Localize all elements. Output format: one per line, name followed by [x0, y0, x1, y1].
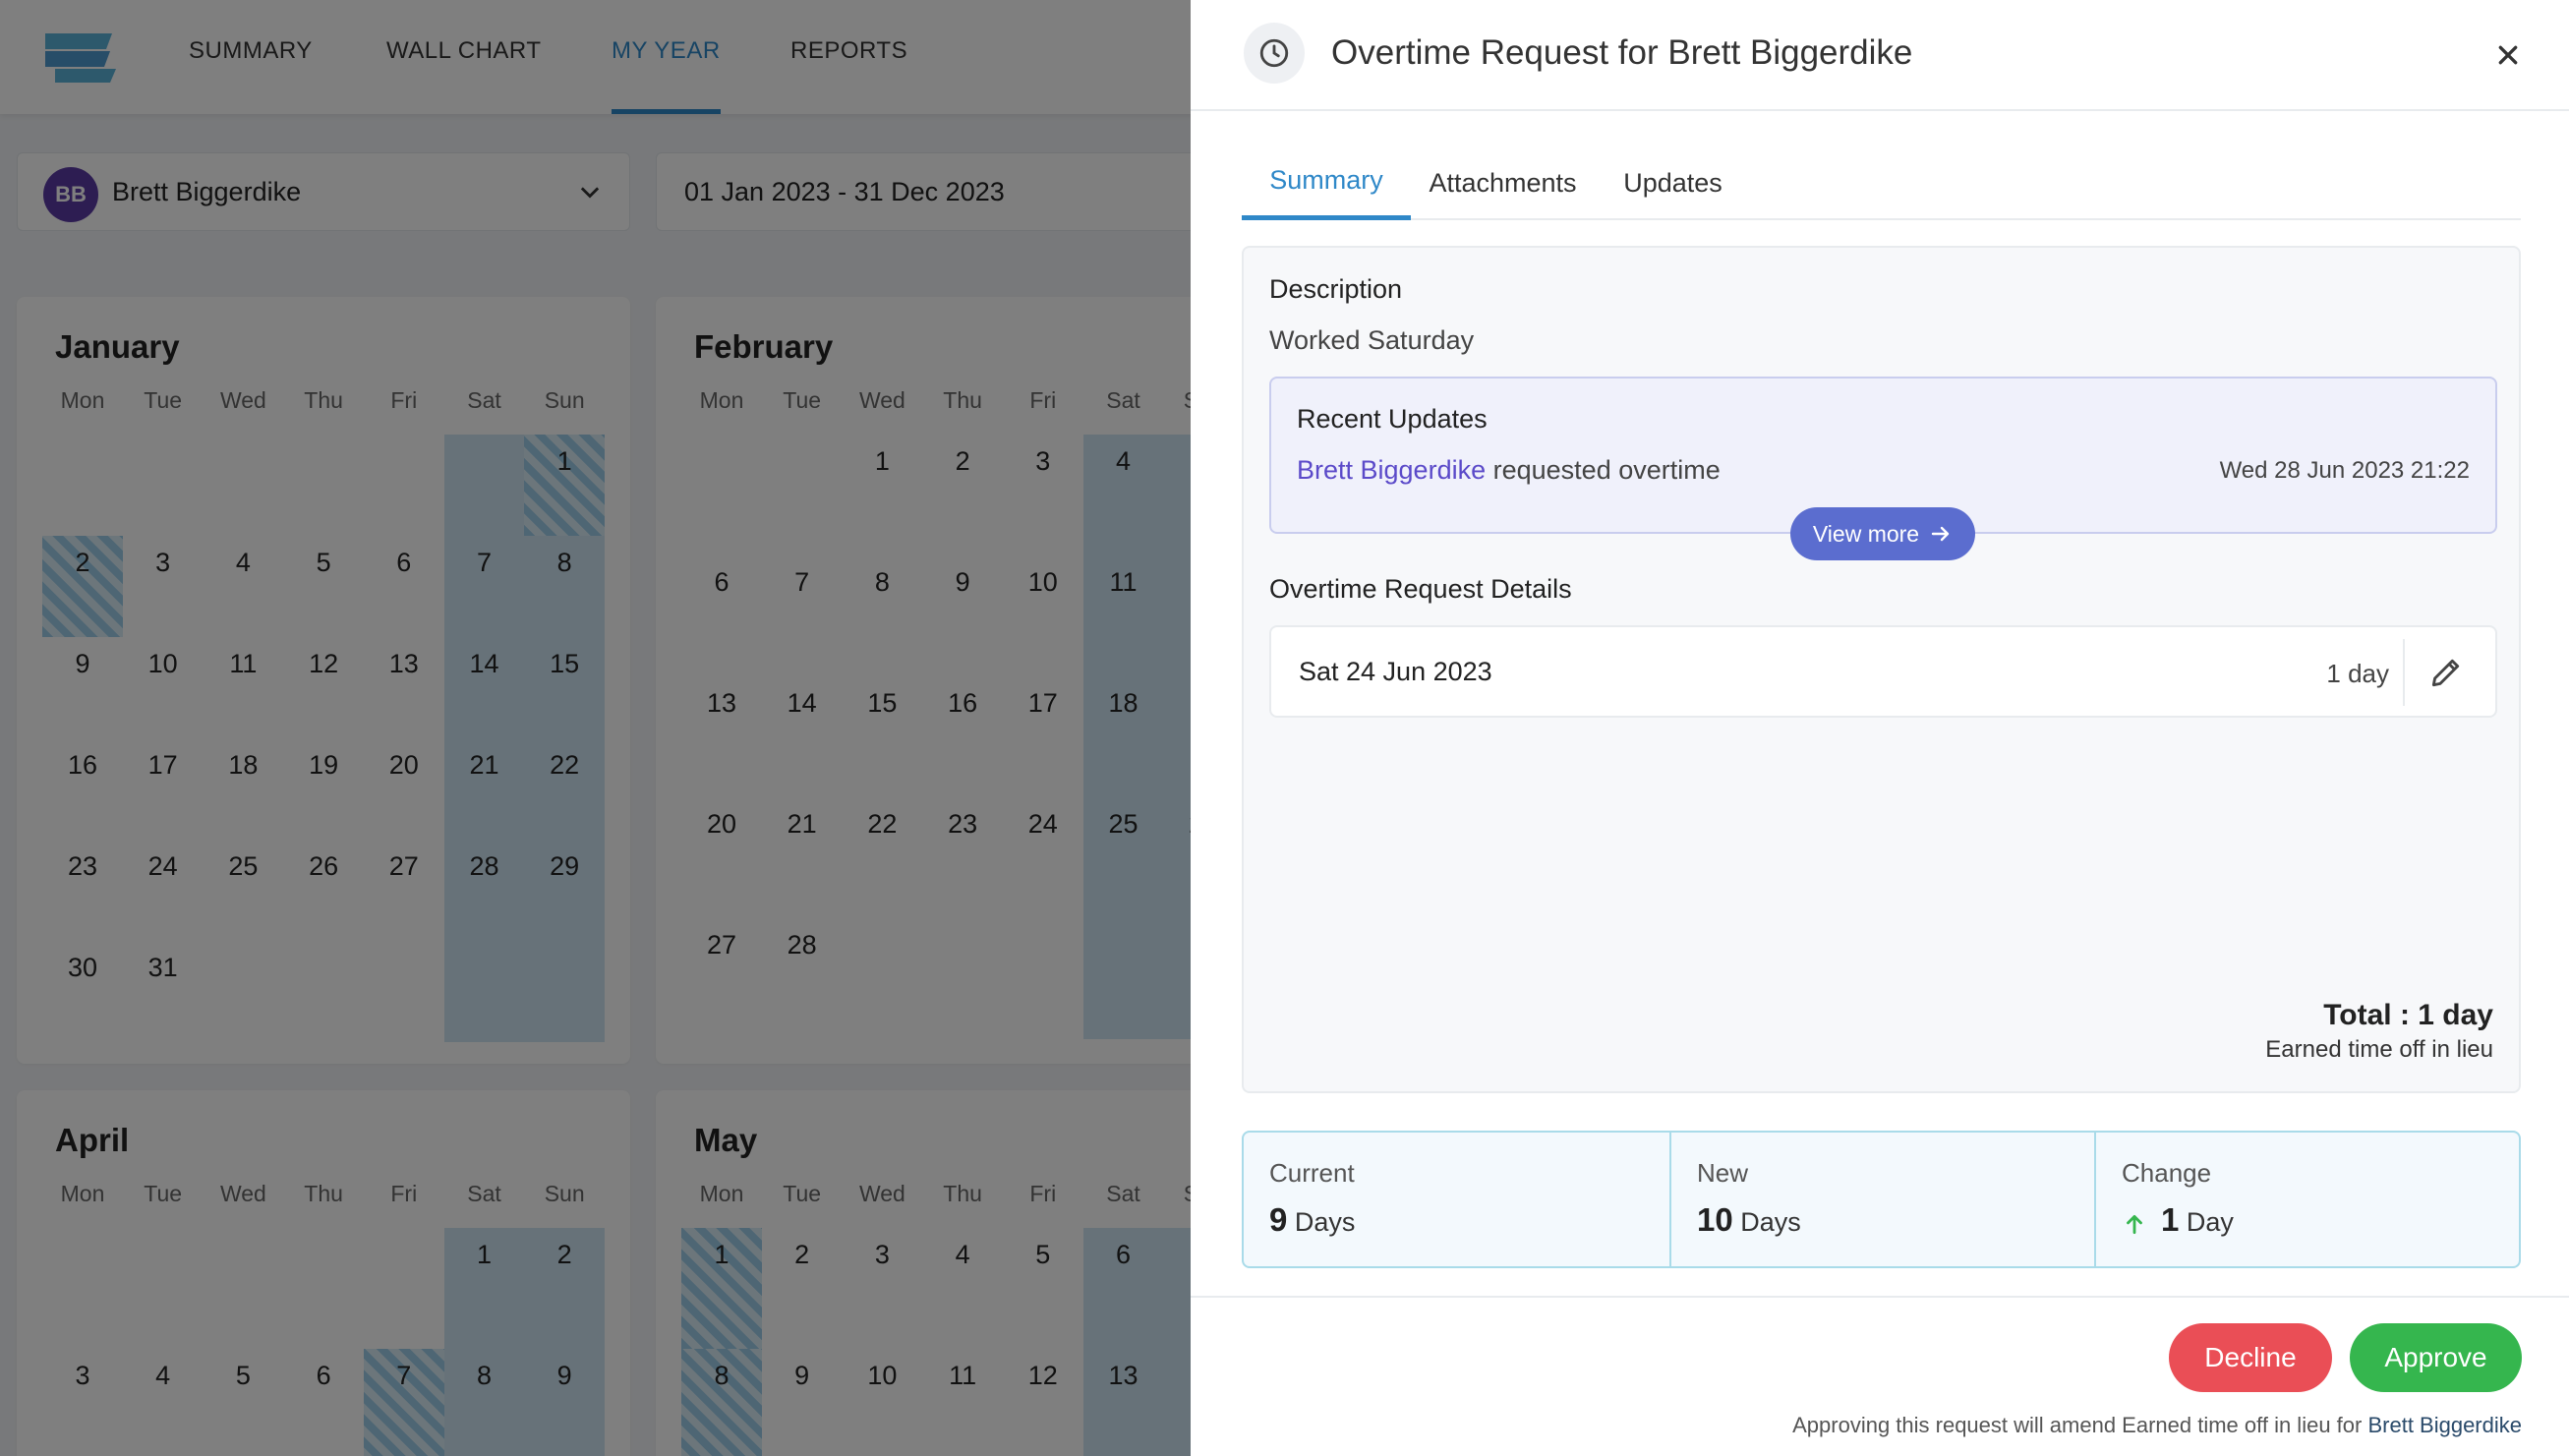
tab-attachments[interactable]: Attachments: [1411, 146, 1595, 220]
update-entry: Brett Biggerdike requested overtime: [1297, 455, 1721, 486]
stat-current: Current 9 Days: [1244, 1133, 1669, 1266]
stat-change-label: Change: [2122, 1158, 2212, 1188]
footer-divider: [1191, 1296, 2569, 1298]
total-value: Total : 1 day: [2323, 999, 2493, 1031]
arrow-right-icon: [1931, 526, 1950, 542]
description-label: Description: [1269, 274, 1403, 304]
approve-button[interactable]: Approve: [2350, 1323, 2522, 1392]
tab-summary[interactable]: Summary: [1242, 146, 1411, 220]
details-label: Overtime Request Details: [1269, 574, 1572, 604]
recent-updates-label: Recent Updates: [1297, 404, 1488, 434]
drawer-tabs: Summary Attachments Updates: [1242, 146, 2521, 220]
summary-panel: Description Worked Saturday Recent Updat…: [1242, 246, 2521, 1093]
update-user-link[interactable]: Brett Biggerdike: [1297, 455, 1486, 485]
detail-date: Sat 24 Jun 2023: [1299, 657, 1492, 686]
stat-new-label: New: [1697, 1158, 1749, 1188]
stat-new-value: 10 Days: [1697, 1201, 1801, 1238]
decline-button[interactable]: Decline: [2169, 1323, 2332, 1392]
stat-new: New 10 Days: [1669, 1133, 2094, 1266]
total-type: Earned time off in lieu: [2265, 1036, 2493, 1063]
drawer-header: Overtime Request for Brett Biggerdike: [1191, 0, 2569, 111]
stat-change: Change 1 Day: [2094, 1133, 2519, 1266]
view-more-button[interactable]: View more: [1790, 507, 1975, 560]
update-action: requested overtime: [1492, 455, 1721, 485]
overtime-request-drawer: Overtime Request for Brett Biggerdike Su…: [1191, 0, 2569, 1456]
approval-footnote: Approving this request will amend Earned…: [1792, 1413, 2522, 1437]
view-more-label: View more: [1812, 520, 1920, 547]
edit-pencil-icon[interactable]: [2423, 649, 2470, 696]
description-value: Worked Saturday: [1269, 325, 1475, 355]
stat-current-label: Current: [1269, 1158, 1355, 1188]
stat-change-value: 1 Day: [2122, 1201, 2234, 1239]
balance-summary: Current 9 Days New 10 Days Change 1 Day: [1242, 1131, 2521, 1268]
close-icon[interactable]: [2488, 35, 2528, 75]
modal-backdrop[interactable]: [0, 0, 1191, 1456]
overtime-detail-row: Sat 24 Jun 2023 1 day: [1269, 625, 2497, 718]
clock-icon: [1244, 23, 1305, 84]
divider: [2403, 639, 2405, 706]
update-timestamp: Wed 28 Jun 2023 21:22: [2219, 457, 2470, 484]
tab-updates[interactable]: Updates: [1595, 146, 1751, 220]
arrow-up-icon: [2127, 1214, 2142, 1234]
detail-duration: 1 day: [2326, 659, 2389, 688]
stat-current-value: 9 Days: [1269, 1201, 1356, 1238]
drawer-title: Overtime Request for Brett Biggerdike: [1331, 33, 1913, 72]
